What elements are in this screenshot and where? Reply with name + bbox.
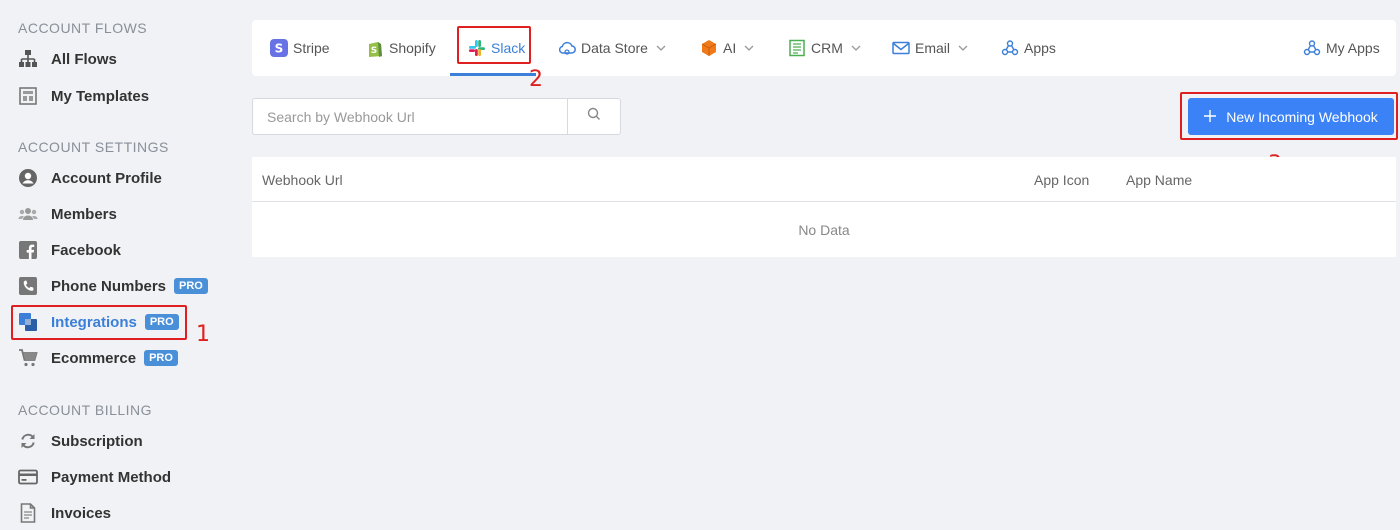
sidebar-item-label: Invoices xyxy=(51,504,112,522)
sidebar-item-label: All Flows xyxy=(51,50,117,68)
credit-card-icon xyxy=(18,467,38,487)
sidebar-item-label: Payment Method xyxy=(51,468,172,486)
sidebar-item-account-profile[interactable]: Account Profile xyxy=(18,164,162,192)
search-input[interactable] xyxy=(253,99,567,134)
annotation-number-1: 1 xyxy=(196,322,210,347)
chevron-down-icon xyxy=(744,43,754,54)
cube-icon xyxy=(700,39,718,57)
stripe-icon: S xyxy=(270,39,288,57)
sidebar-item-my-templates[interactable]: My Templates xyxy=(18,82,149,110)
column-header-app-name: App Name xyxy=(1126,172,1193,188)
column-header-webhook-url: Webhook Url xyxy=(262,172,343,188)
crm-icon xyxy=(788,39,806,57)
annotation-box-3 xyxy=(1180,92,1398,140)
sidebar-item-ecommerce[interactable]: Ecommerce PRO xyxy=(18,344,178,372)
webhook-search xyxy=(252,98,621,135)
sidebar-item-label: Members xyxy=(51,205,117,223)
invoice-icon xyxy=(18,503,38,523)
sitemap-icon xyxy=(18,49,38,69)
tab-apps[interactable]: Apps xyxy=(1001,20,1056,76)
webhook-icon xyxy=(1303,39,1321,57)
sidebar-item-all-flows[interactable]: All Flows xyxy=(18,45,117,73)
tab-label: Data Store xyxy=(581,40,648,56)
annotation-box-1 xyxy=(11,305,187,340)
tab-label: AI xyxy=(723,40,737,56)
tab-label: CRM xyxy=(811,40,843,56)
section-title-settings: ACCOUNT SETTINGS xyxy=(18,139,169,155)
cloud-icon xyxy=(558,39,576,57)
chevron-down-icon xyxy=(851,43,861,54)
chevron-down-icon xyxy=(656,43,666,54)
tab-data-store[interactable]: Data Store xyxy=(558,20,666,76)
user-circle-icon xyxy=(18,168,38,188)
shopify-icon: S xyxy=(366,39,384,57)
webhook-icon xyxy=(1001,39,1019,57)
annotation-number-2: 2 xyxy=(529,67,543,92)
users-icon xyxy=(18,204,38,224)
search-icon xyxy=(587,107,601,126)
sidebar-item-label: Account Profile xyxy=(51,169,162,187)
tab-label: Apps xyxy=(1024,40,1056,56)
sidebar-item-label: Ecommerce xyxy=(51,349,137,367)
integrations-tab-bar: S Stripe S Shopify Slack Data Store AI C… xyxy=(252,20,1396,76)
tab-stripe[interactable]: S Stripe xyxy=(270,20,330,76)
sidebar-item-phone-numbers[interactable]: Phone Numbers PRO xyxy=(18,272,208,300)
sidebar-item-label: My Templates xyxy=(51,87,150,105)
tab-ai[interactable]: AI xyxy=(700,20,754,76)
sidebar-item-facebook[interactable]: Facebook xyxy=(18,236,121,264)
svg-text:S: S xyxy=(275,42,284,56)
tab-label: My Apps xyxy=(1326,40,1380,56)
sidebar-item-subscription[interactable]: Subscription xyxy=(18,427,143,455)
webhook-table: Webhook Url App Icon App Name No Data xyxy=(252,157,1396,257)
search-button[interactable] xyxy=(567,99,620,134)
tab-shopify[interactable]: S Shopify xyxy=(366,20,436,76)
template-icon xyxy=(18,86,38,106)
annotation-box-2 xyxy=(457,26,531,64)
chevron-down-icon xyxy=(958,43,968,54)
section-title-flows: ACCOUNT FLOWS xyxy=(18,20,148,36)
section-title-billing: ACCOUNT BILLING xyxy=(18,402,153,418)
tab-email[interactable]: Email xyxy=(892,20,968,76)
tab-label: Email xyxy=(915,40,951,56)
refresh-icon xyxy=(18,431,38,451)
sidebar-item-invoices[interactable]: Invoices xyxy=(18,499,111,527)
pro-badge: PRO xyxy=(174,278,208,294)
sidebar-item-label: Facebook xyxy=(51,241,122,259)
sidebar-item-label: Subscription xyxy=(51,432,143,450)
tab-my-apps[interactable]: My Apps xyxy=(1303,20,1380,76)
active-tab-indicator xyxy=(450,73,536,76)
email-icon xyxy=(892,39,910,57)
sidebar-item-label: Phone Numbers xyxy=(51,277,167,295)
phone-icon xyxy=(18,276,38,296)
sidebar-item-payment-method[interactable]: Payment Method xyxy=(18,463,171,491)
empty-state: No Data xyxy=(798,221,850,238)
pro-badge: PRO xyxy=(144,350,178,366)
facebook-icon xyxy=(18,240,38,260)
sidebar: ACCOUNT FLOWS All Flows My Templates ACC… xyxy=(0,0,228,530)
svg-text:S: S xyxy=(371,46,377,56)
table-header: Webhook Url App Icon App Name xyxy=(252,157,1396,202)
cart-icon xyxy=(18,348,38,368)
tab-label: Shopify xyxy=(389,40,436,56)
sidebar-item-members[interactable]: Members xyxy=(18,200,117,228)
tab-label: Stripe xyxy=(293,40,330,56)
column-header-app-icon: App Icon xyxy=(1034,172,1090,188)
tab-crm[interactable]: CRM xyxy=(788,20,861,76)
